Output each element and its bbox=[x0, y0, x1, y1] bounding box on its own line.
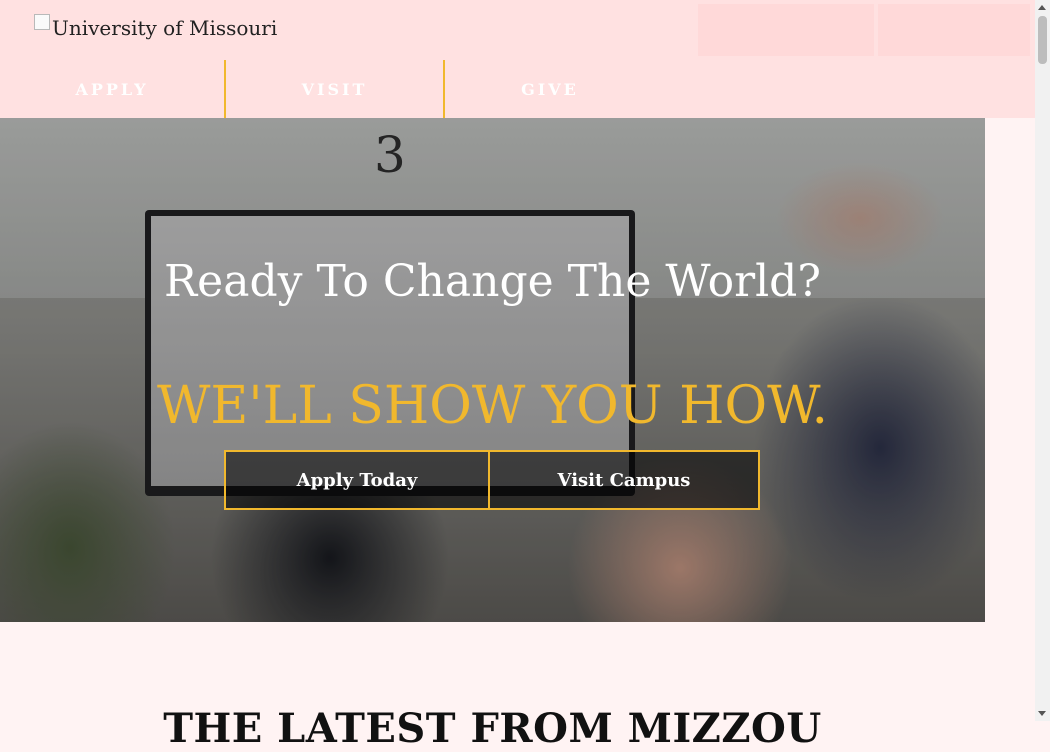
nav-visit[interactable]: VISIT bbox=[226, 60, 445, 118]
hero-overlay bbox=[0, 118, 985, 622]
nav-apply[interactable]: APPLY bbox=[0, 60, 226, 118]
nav-give[interactable]: GIVE bbox=[445, 60, 655, 118]
scroll-up-icon[interactable] bbox=[1038, 5, 1046, 10]
scrollbar-thumb[interactable] bbox=[1038, 16, 1047, 64]
apply-today-button[interactable]: Apply Today bbox=[224, 450, 490, 510]
section-heading: THE LATEST FROM MIZZOU bbox=[163, 705, 822, 752]
hero-subtitle: WE'LL SHOW YOU HOW. bbox=[156, 376, 829, 436]
visit-campus-button[interactable]: Visit Campus bbox=[488, 450, 760, 510]
hero-banner: 3 Ready To Change The World? WE'LL SHOW … bbox=[0, 118, 985, 622]
scroll-down-icon[interactable] bbox=[1038, 711, 1046, 716]
utility-button-1[interactable] bbox=[698, 4, 874, 56]
hero-title: Ready To Change The World? bbox=[164, 256, 821, 307]
vertical-scrollbar[interactable] bbox=[1035, 0, 1050, 721]
university-logo[interactable]: University of Missouri bbox=[34, 14, 278, 40]
site-header: University of Missouri APPLY VISIT GIVE bbox=[0, 0, 1035, 118]
broken-image-icon bbox=[34, 14, 50, 30]
logo-alt-text: University of Missouri bbox=[52, 16, 278, 40]
utility-button-2[interactable] bbox=[878, 4, 1030, 56]
primary-nav: APPLY VISIT GIVE bbox=[0, 60, 655, 118]
